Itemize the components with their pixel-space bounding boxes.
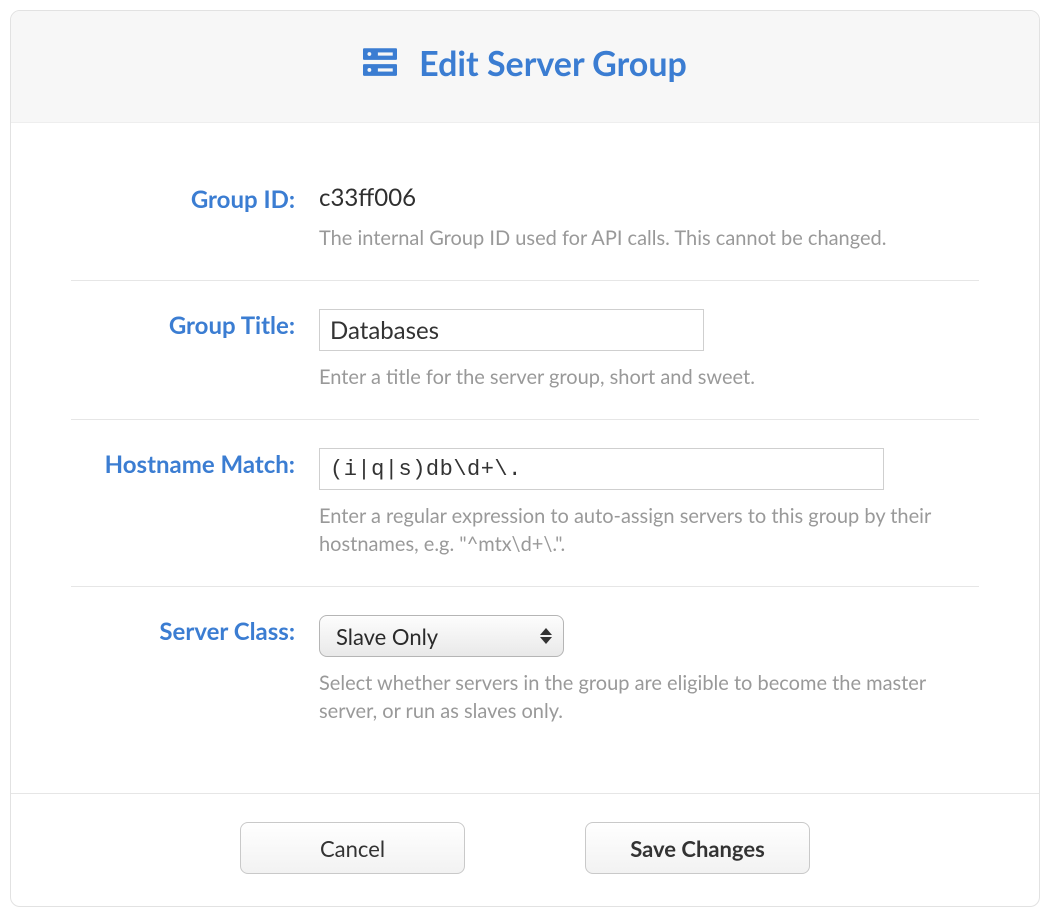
hostname-match-input[interactable] <box>319 448 884 490</box>
server-class-row: Server Class: Slave Only Select whether … <box>71 615 979 753</box>
dialog-footer: Cancel Save Changes <box>11 793 1039 906</box>
group-id-help: The internal Group ID used for API calls… <box>319 224 979 252</box>
group-title-row: Group Title: Enter a title for the serve… <box>71 309 979 420</box>
dialog-header: Edit Server Group <box>11 11 1039 123</box>
group-title-input[interactable] <box>319 309 704 351</box>
group-id-row: Group ID: c33ff006 The internal Group ID… <box>71 183 979 281</box>
server-class-help: Select whether servers in the group are … <box>319 669 979 725</box>
server-class-label: Server Class: <box>71 615 319 725</box>
group-title-help: Enter a title for the server group, shor… <box>319 363 979 391</box>
group-id-label: Group ID: <box>71 183 319 252</box>
dialog-title-wrap: Edit Server Group <box>363 43 687 84</box>
hostname-match-label: Hostname Match: <box>71 448 319 558</box>
hostname-match-row: Hostname Match: Enter a regular expressi… <box>71 448 979 587</box>
dialog-body: Group ID: c33ff006 The internal Group ID… <box>11 123 1039 793</box>
group-title-label: Group Title: <box>71 309 319 391</box>
server-class-select-wrap: Slave Only <box>319 615 564 657</box>
hostname-match-help: Enter a regular expression to auto-assig… <box>319 502 979 558</box>
server-icon <box>363 48 397 80</box>
server-class-select[interactable]: Slave Only <box>319 615 564 657</box>
save-changes-button[interactable]: Save Changes <box>585 822 810 874</box>
cancel-button[interactable]: Cancel <box>240 822 465 874</box>
dialog-title: Edit Server Group <box>419 43 687 84</box>
edit-server-group-dialog: Edit Server Group Group ID: c33ff006 The… <box>10 10 1040 907</box>
group-id-value: c33ff006 <box>319 183 979 212</box>
